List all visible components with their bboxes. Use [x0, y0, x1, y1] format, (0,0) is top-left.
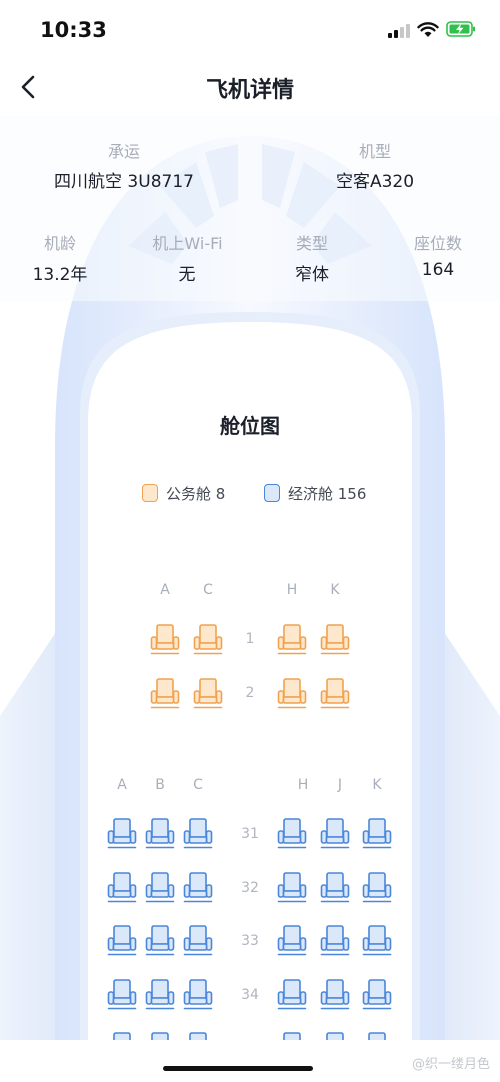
status-bar: 10:33 [0, 0, 500, 60]
carrier-value: 四川航空 3U8717 [54, 172, 194, 192]
economy-seat[interactable] [362, 818, 392, 850]
economy-col-letter: H [297, 777, 309, 793]
economy-seat[interactable] [145, 925, 175, 957]
row-number: 33 [241, 933, 259, 949]
economy-seat[interactable] [320, 979, 350, 1011]
economy-seat[interactable] [277, 818, 307, 850]
business-col-letter: C [203, 582, 213, 598]
row-number: 34 [241, 987, 259, 1003]
seat-count-value: 164 [421, 260, 455, 280]
economy-seat[interactable] [145, 872, 175, 904]
legend-economy: 经济舱 156 [264, 480, 366, 506]
economy-seat[interactable] [107, 872, 137, 904]
business-seat[interactable] [277, 678, 307, 710]
carrier-label: 承运 [107, 142, 140, 161]
business-col-letter: K [330, 582, 340, 598]
economy-seat[interactable] [277, 872, 307, 904]
business-seat[interactable] [150, 624, 180, 656]
economy-col-letter: A [117, 777, 127, 793]
economy-seat[interactable] [320, 872, 350, 904]
economy-seat[interactable] [320, 925, 350, 957]
business-seat[interactable] [320, 678, 350, 710]
nav-header: 飞机详情 [0, 60, 500, 116]
business-seat[interactable] [150, 678, 180, 710]
age-label: 机龄 [43, 234, 76, 253]
economy-col-letter: K [372, 777, 382, 793]
legend-business-label: 公务舱 8 [166, 484, 226, 503]
economy-seat[interactable] [277, 925, 307, 957]
business-seat-swatch-icon [142, 484, 158, 502]
row-number: 32 [241, 880, 259, 896]
economy-seat[interactable] [107, 979, 137, 1011]
economy-seat[interactable] [145, 979, 175, 1011]
seat-count-label: 座位数 [413, 234, 462, 253]
page-title: 飞机详情 [205, 78, 294, 103]
economy-seat[interactable] [183, 818, 213, 850]
economy-col-letter: C [193, 777, 203, 793]
cellular-signal-icon [388, 24, 410, 38]
economy-seat[interactable] [277, 979, 307, 1011]
economy-seat[interactable] [320, 818, 350, 850]
economy-seat[interactable] [107, 925, 137, 957]
economy-seat[interactable] [362, 872, 392, 904]
business-seat[interactable] [193, 624, 223, 656]
economy-seat[interactable] [183, 979, 213, 1011]
wifi-label: 机上Wi-Fi [152, 234, 223, 253]
business-col-letter: H [286, 582, 298, 598]
wifi-icon [417, 22, 439, 37]
wifi-value: 无 [178, 265, 196, 285]
type-value: 窄体 [295, 265, 329, 285]
age-value: 13.2年 [32, 265, 88, 285]
economy-seat-swatch-icon [264, 484, 280, 502]
status-time: 10:33 [40, 18, 107, 42]
row-number: 2 [245, 685, 255, 701]
row-number: 1 [245, 631, 255, 647]
economy-seat[interactable] [362, 925, 392, 957]
economy-col-letter: B [155, 777, 165, 793]
battery-charging-icon [446, 21, 475, 37]
business-seat[interactable] [277, 624, 307, 656]
economy-seat[interactable] [107, 818, 137, 850]
economy-seat[interactable] [362, 979, 392, 1011]
row-number: 31 [241, 826, 259, 842]
economy-seat[interactable] [183, 872, 213, 904]
business-seat[interactable] [320, 624, 350, 656]
business-seat[interactable] [193, 678, 223, 710]
watermark-text: @织一缕月色 [411, 1057, 490, 1072]
cabin-map-title: 舱位图 [220, 414, 280, 438]
economy-seat[interactable] [145, 818, 175, 850]
economy-seat[interactable] [183, 925, 213, 957]
home-indicator[interactable] [163, 1066, 313, 1071]
legend-business: 公务舱 8 [142, 480, 225, 506]
model-value: 空客A320 [335, 172, 415, 192]
legend-economy-label: 经济舱 156 [288, 484, 367, 503]
economy-col-letter: J [337, 777, 343, 793]
type-label: 类型 [295, 234, 328, 253]
model-label: 机型 [358, 142, 391, 161]
business-col-letter: A [160, 582, 170, 598]
